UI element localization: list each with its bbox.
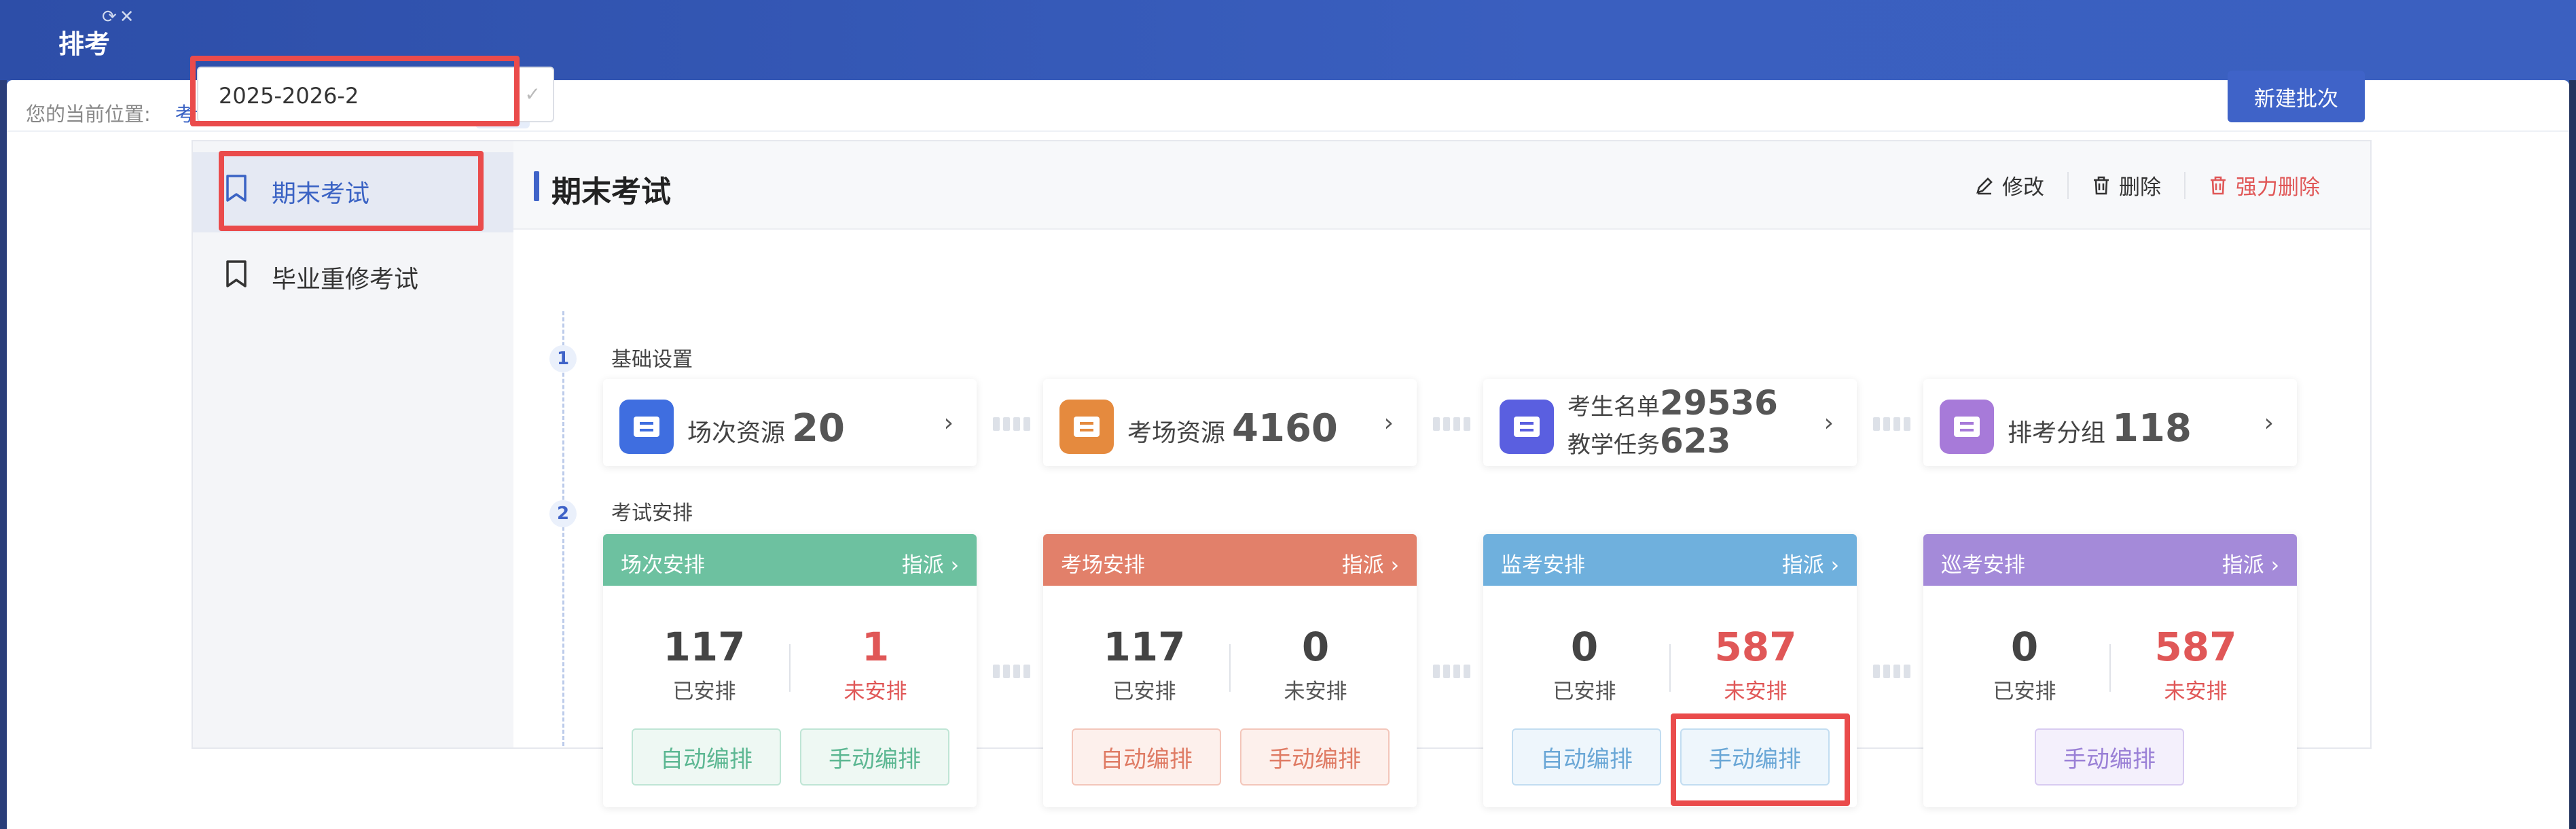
batch-detail: 期末考试 修改 删除 强力删除 1 基础设置 2 考试安排 场次资源20 › xyxy=(513,140,2372,807)
ticket-icon xyxy=(1500,400,1554,454)
assign-link[interactable]: 指派 › xyxy=(902,548,959,578)
arrangement-title: 场次安排 xyxy=(621,553,705,578)
background-strip-right xyxy=(2569,80,2576,829)
resource-label: 排考分组 118 xyxy=(2008,406,2192,451)
ticket-icon xyxy=(1059,400,1114,454)
background-strip-left xyxy=(0,80,7,829)
arrangement-title: 考场安排 xyxy=(1061,553,1145,578)
trash-icon xyxy=(2211,176,2226,194)
auto-arrange-button[interactable]: 自动编排 xyxy=(632,728,781,786)
chevron-down-icon: ✓ xyxy=(524,83,541,105)
flow-arrow-icon xyxy=(993,417,1047,434)
chevron-right-icon: › xyxy=(1824,409,1834,437)
flow-arrow-icon xyxy=(993,665,1047,681)
assign-link[interactable]: 指派 › xyxy=(1782,548,1839,578)
delete-label: 删除 xyxy=(2119,175,2161,200)
auto-arrange-button[interactable]: 自动编排 xyxy=(1512,728,1661,786)
divider xyxy=(7,130,2569,132)
resource-label: 考生名单29536 xyxy=(1567,383,1778,423)
ticket-icon xyxy=(1940,400,1994,454)
assign-link[interactable]: 指派 › xyxy=(1342,548,1399,578)
resource-card-students[interactable]: 考生名单29536 教学任务623 › xyxy=(1483,379,1857,466)
resource-label-2: 教学任务623 xyxy=(1567,421,1731,461)
arranged-stat: 0 已安排 xyxy=(1993,624,2056,704)
resource-card-rooms[interactable]: 考场资源 4160 › xyxy=(1043,379,1417,466)
step-timeline xyxy=(562,311,564,746)
arrangement-header: 场次安排 指派 › xyxy=(603,534,977,586)
step-number: 1 xyxy=(549,345,577,372)
manual-arrange-button[interactable]: 手动编排 xyxy=(1240,728,1390,786)
trash-icon xyxy=(2094,176,2109,194)
delete-button[interactable]: 删除 xyxy=(2069,170,2184,200)
pencil-icon xyxy=(1976,177,1993,194)
new-batch-button[interactable]: 新建批次 xyxy=(2228,71,2365,122)
resource-value: 20 xyxy=(792,406,845,451)
ticket-icon xyxy=(619,400,674,454)
manual-arrange-button[interactable]: 手动编排 xyxy=(800,728,949,786)
arranged-stat: 117 已安排 xyxy=(1103,624,1186,704)
assign-link[interactable]: 指派 › xyxy=(2222,548,2279,578)
flow-arrow-icon xyxy=(1873,665,1927,681)
chevron-right-icon: › xyxy=(1383,409,1394,437)
header-actions: 修改 删除 强力删除 xyxy=(1952,170,2343,200)
step-number: 2 xyxy=(549,500,577,527)
manual-arrange-button[interactable]: 手动编排 xyxy=(2035,728,2184,786)
unarranged-stat: 0 未安排 xyxy=(1284,624,1347,704)
step-label: 考试安排 xyxy=(611,501,693,525)
detail-header: 期末考试 修改 删除 强力删除 xyxy=(513,141,2370,230)
arrangement-header: 监考安排 指派 › xyxy=(1483,534,1857,586)
arrangement-card-rooms: 考场安排 指派 › 117 已安排 0 未安排 自动编排 手动编排 xyxy=(1043,534,1417,807)
arranged-stat: 117 已安排 xyxy=(663,624,746,704)
chevron-right-icon: › xyxy=(2264,409,2274,437)
arrangement-title: 巡考安排 xyxy=(1941,553,2025,578)
batch-item-label: 毕业重修考试 xyxy=(272,266,419,294)
resource-card-sessions[interactable]: 场次资源 20 › xyxy=(603,379,977,466)
unarranged-stat: 587 未安排 xyxy=(2154,624,2237,704)
bookmark-icon xyxy=(226,260,247,287)
force-delete-label: 强力删除 xyxy=(2236,175,2320,200)
batch-title: 期末考试 xyxy=(551,175,671,209)
arrangement-title: 监考安排 xyxy=(1501,553,1585,578)
resource-value: 4160 xyxy=(1232,406,1338,451)
resource-card-groups[interactable]: 排考分组 118 › xyxy=(1923,379,2297,466)
arrangement-header: 巡考安排 指派 › xyxy=(1923,534,2297,586)
breadcrumb-prefix: 您的当前位置: xyxy=(26,103,151,126)
arrangement-card-sessions: 场次安排 指派 › 117 已安排 1 未安排 自动编排 手动编排 xyxy=(603,534,977,807)
edit-label: 修改 xyxy=(2002,175,2044,200)
resource-label: 场次资源 20 xyxy=(687,406,845,451)
resource-label: 考场资源 4160 xyxy=(1127,406,1338,451)
auto-arrange-button[interactable]: 自动编排 xyxy=(1072,728,1221,786)
app-title: 排考 xyxy=(58,29,111,59)
flow-arrow-icon xyxy=(1433,665,1487,681)
batch-list: 期末考试 毕业重修考试 xyxy=(192,140,515,749)
title-accent-bar xyxy=(534,171,539,201)
resource-value: 29536 xyxy=(1660,383,1778,423)
unarranged-stat: 587 未安排 xyxy=(1714,624,1797,704)
edit-button[interactable]: 修改 xyxy=(1952,170,2067,200)
highlight-box xyxy=(219,151,484,231)
arrangement-header: 考场安排 指派 › xyxy=(1043,534,1417,586)
flow-arrow-icon xyxy=(1433,417,1487,434)
arranged-stat: 0 已安排 xyxy=(1553,624,1616,704)
batch-item-graduation-retake[interactable]: 毕业重修考试 xyxy=(193,238,513,318)
tab-refresh-close-icons[interactable]: ⟳✕ xyxy=(102,7,137,27)
force-delete-button[interactable]: 强力删除 xyxy=(2185,170,2343,200)
resource-value-2: 623 xyxy=(1660,421,1731,461)
highlight-box xyxy=(1671,713,1850,806)
unarranged-stat: 1 未安排 xyxy=(843,624,907,704)
chevron-right-icon: › xyxy=(943,409,954,437)
step-label: 基础设置 xyxy=(611,348,693,372)
resource-value: 118 xyxy=(2112,406,2192,451)
highlight-box xyxy=(190,56,520,126)
arrangement-card-patrol: 巡考安排 指派 › 0 已安排 587 未安排 手动编排 xyxy=(1923,534,2297,807)
flow-arrow-icon xyxy=(1873,417,1927,434)
